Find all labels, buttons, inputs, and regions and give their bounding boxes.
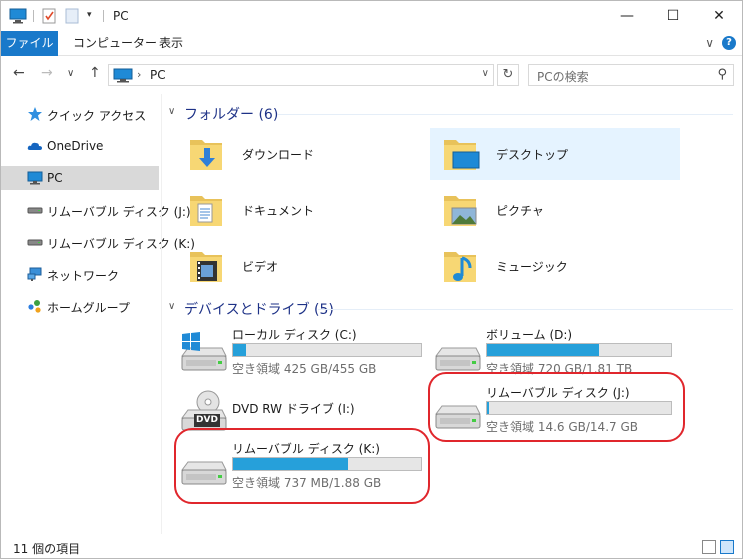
recent-locations-button[interactable]: ∨ (67, 68, 74, 79)
computer-icon (27, 170, 43, 186)
drive-tile-c[interactable]: ローカル ディスク (C:) 空き領域 425 GB/455 GB (176, 324, 426, 384)
explorer-window: ▾ PC — ☐ ✕ ファイル コンピューター 表示 ∨ ? ← → ∨ ↑ ›… (0, 0, 743, 559)
details-view-icon[interactable] (702, 540, 716, 554)
sidebar-item-onedrive[interactable]: OneDrive (1, 134, 159, 158)
folder-tile-music[interactable]: ミュージック (430, 240, 680, 292)
group-rule (318, 309, 733, 310)
minimize-button[interactable]: — (604, 1, 650, 31)
tab-view[interactable]: 表示 (147, 31, 195, 56)
dvd-label: DVD (196, 415, 218, 425)
cloud-icon (27, 138, 43, 154)
music-folder-icon (440, 246, 480, 286)
title-separator (33, 10, 34, 22)
chevron-down-icon[interactable]: ∨ (482, 68, 489, 79)
usb-drive-icon (27, 202, 43, 218)
group-header-drives[interactable]: ∨ デバイスとドライブ (5) (168, 299, 738, 319)
drive-usage-fill (233, 344, 247, 356)
ribbon-expand-icon[interactable]: ∨ (705, 36, 714, 50)
address-bar[interactable]: › PC ∨ (108, 64, 494, 86)
folder-name: ダウンロード (242, 148, 315, 162)
chevron-down-icon[interactable]: ∨ (168, 106, 175, 117)
computer-icon (9, 8, 27, 24)
navigation-pane: クイック アクセス OneDrive PC リムーバブル ディスク (J:) リ… (1, 94, 195, 534)
close-button[interactable]: ✕ (696, 1, 742, 31)
homegroup-icon (27, 298, 43, 314)
chevron-down-icon[interactable]: ∨ (168, 301, 175, 312)
group-header-folders[interactable]: ∨ フォルダー (6) (168, 104, 738, 124)
hard-disk-icon (432, 332, 482, 376)
title-bar: ▾ PC — ☐ ✕ (1, 1, 742, 31)
new-folder-icon[interactable] (65, 8, 79, 24)
drive-usage-bar (232, 343, 422, 357)
folder-tile-documents[interactable]: ドキュメント (176, 184, 426, 236)
drive-usage-fill (487, 344, 600, 356)
forward-button[interactable]: → (41, 65, 53, 81)
title-separator (103, 10, 104, 22)
folder-name: ピクチャ (496, 204, 544, 218)
search-placeholder: PCの検索 (537, 70, 589, 84)
sidebar-item-removable-k[interactable]: リムーバブル ディスク (K:) (1, 230, 195, 254)
status-bar: 11 個の項目 (1, 536, 742, 558)
folder-tile-downloads[interactable]: ダウンロード (176, 128, 426, 180)
group-title: フォルダー (6) (184, 107, 279, 123)
navigation-bar: ← → ∨ ↑ › PC ∨ ↻ PCの検索 ⚲ (1, 57, 742, 94)
star-icon (27, 106, 43, 122)
sidebar-item-label: ホームグループ (47, 301, 130, 315)
folder-name: ミュージック (496, 260, 568, 274)
breadcrumb-chevron-icon: › (137, 68, 142, 81)
ribbon-tabs: ファイル コンピューター 表示 ∨ ? (1, 31, 742, 56)
sidebar-item-pc[interactable]: PC (1, 166, 159, 190)
group-rule (278, 114, 733, 115)
tiles-view-icon[interactable] (720, 540, 734, 554)
folder-tile-desktop[interactable]: デスクトップ (430, 128, 680, 180)
maximize-button[interactable]: ☐ (650, 1, 696, 31)
drive-free-space: 空き領域 425 GB/455 GB (232, 362, 377, 376)
item-count: 11 個の項目 (13, 542, 81, 556)
drive-name: ボリューム (D:) (486, 328, 573, 342)
videos-folder-icon (186, 246, 226, 286)
folder-tile-videos[interactable]: ビデオ (176, 240, 426, 292)
pictures-folder-icon (440, 190, 480, 230)
help-icon[interactable]: ? (722, 36, 736, 50)
documents-folder-icon (186, 190, 226, 230)
breadcrumb[interactable]: PC (150, 68, 166, 82)
usb-drive-icon (27, 234, 43, 250)
sidebar-item-label: OneDrive (47, 139, 104, 153)
search-icon[interactable]: ⚲ (717, 67, 727, 82)
sidebar-item-network[interactable]: ネットワーク (1, 262, 159, 286)
properties-icon[interactable] (41, 8, 57, 24)
folder-name: ビデオ (242, 260, 279, 274)
sidebar-item-label: クイック アクセス (47, 109, 147, 123)
quick-access-dropdown-icon[interactable]: ▾ (87, 10, 92, 26)
sidebar-item-label: PC (47, 171, 63, 185)
network-icon (27, 266, 43, 282)
drive-usage-bar (486, 343, 672, 357)
folder-tile-pictures[interactable]: ピクチャ (430, 184, 680, 236)
sidebar-item-homegroup[interactable]: ホームグループ (1, 294, 159, 318)
content-pane: ∨ フォルダー (6) ダウンロード デスクトップ ドキュメント ピクチャ ビデ… (162, 94, 742, 534)
windows-disk-icon (178, 332, 228, 376)
highlight-annotation (428, 372, 685, 442)
sidebar-item-removable-j[interactable]: リムーバブル ディスク (J:) (1, 198, 191, 222)
refresh-button[interactable]: ↻ (497, 64, 519, 86)
sidebar-item-label: ネットワーク (47, 269, 120, 283)
search-input[interactable]: PCの検索 ⚲ (528, 64, 734, 86)
computer-icon (113, 68, 133, 86)
tab-file[interactable]: ファイル (1, 31, 58, 56)
highlight-annotation (174, 428, 430, 504)
desktop-folder-icon (440, 134, 480, 174)
drive-name: DVD RW ドライブ (I:) (232, 402, 355, 416)
group-title: デバイスとドライブ (5) (184, 302, 334, 318)
folder-name: ドキュメント (242, 204, 315, 218)
up-button[interactable]: ↑ (89, 65, 101, 81)
folder-name: デスクトップ (496, 148, 569, 162)
downloads-folder-icon (186, 134, 226, 174)
window-title: PC (113, 9, 129, 23)
sidebar-item-quick-access[interactable]: クイック アクセス (1, 102, 159, 126)
back-button[interactable]: ← (13, 65, 25, 81)
drive-name: ローカル ディスク (C:) (232, 328, 357, 342)
